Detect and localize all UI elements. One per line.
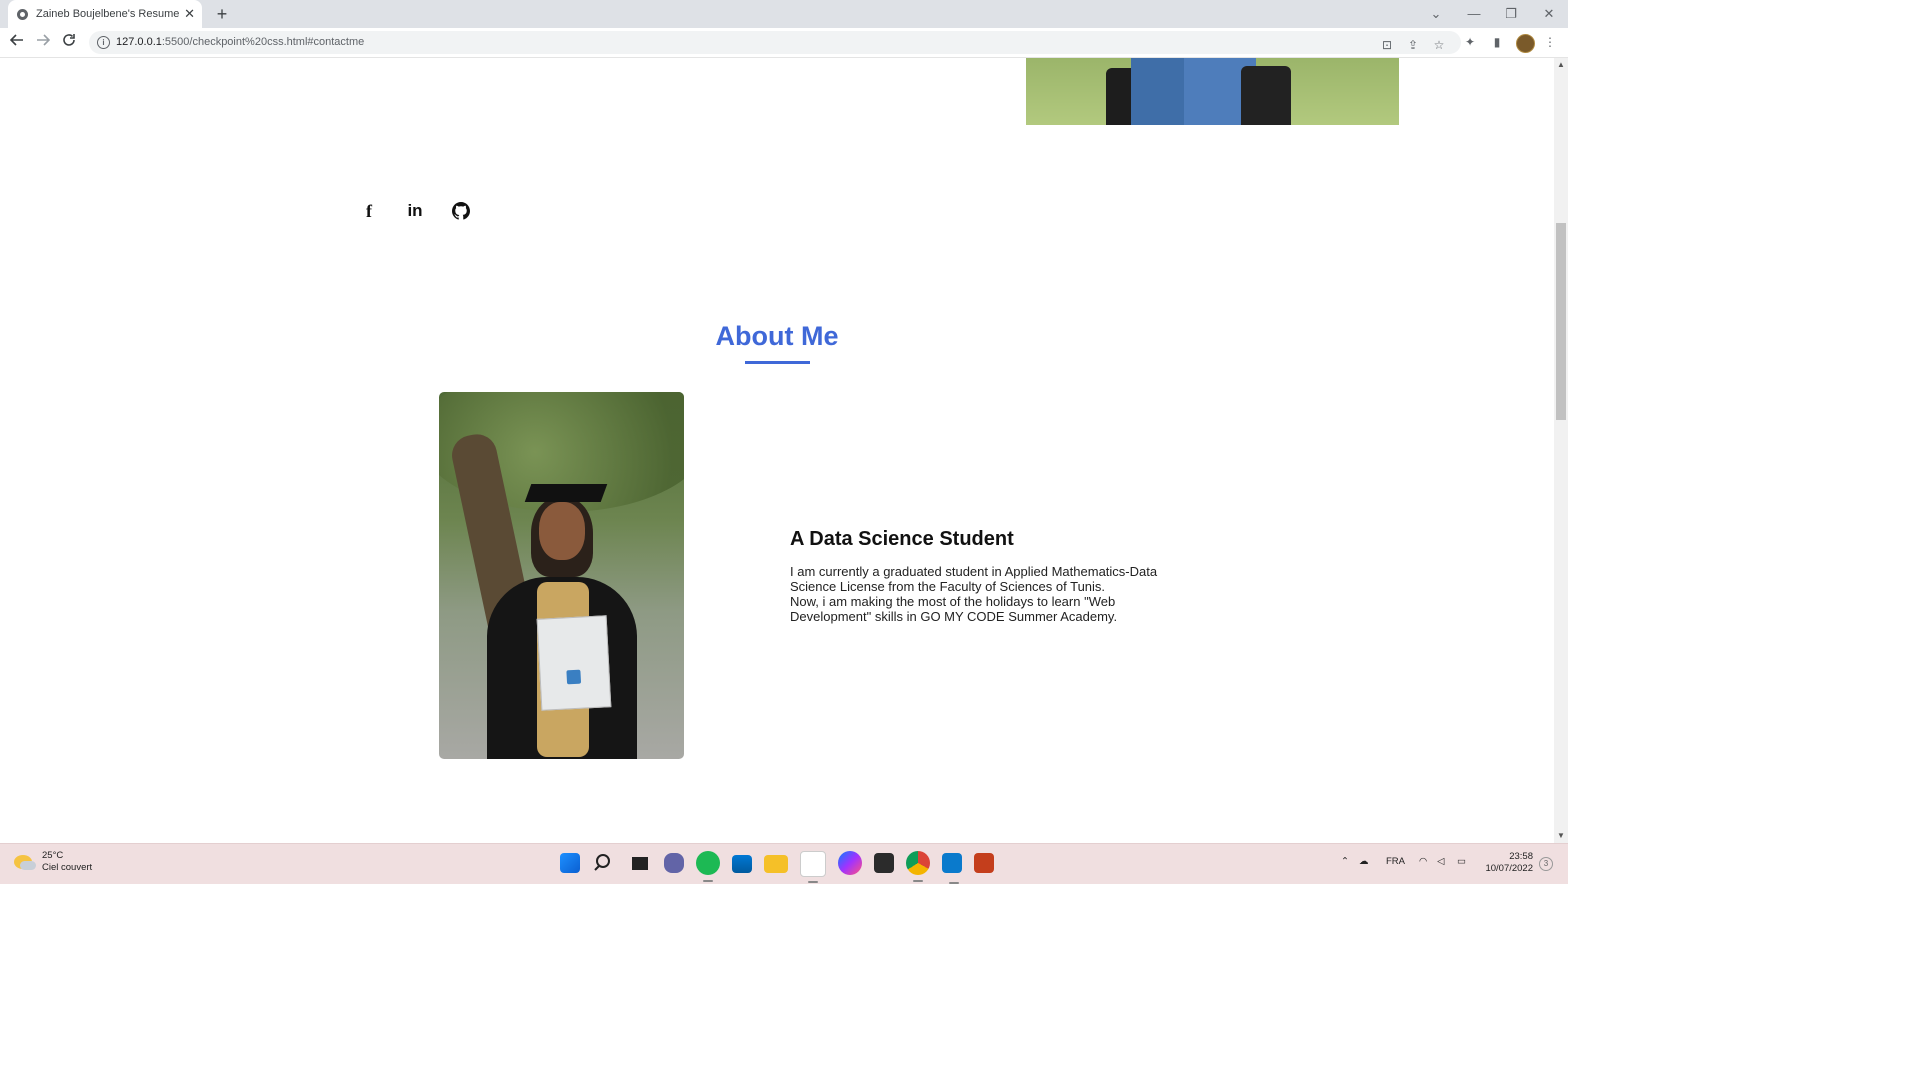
notification-badge[interactable]: 3 (1539, 857, 1553, 871)
close-window-button[interactable]: ✕ (1531, 0, 1567, 28)
extensions-icon[interactable]: ✦ (1462, 34, 1478, 50)
page-viewport: f in About Me A Data Science Student I a… (0, 58, 1554, 843)
github-icon[interactable] (448, 200, 474, 222)
site-info-icon[interactable]: i (97, 36, 110, 49)
scrollbar-thumb[interactable] (1556, 223, 1566, 420)
share-icon[interactable]: ⇪ (1405, 37, 1421, 53)
menu-kebab-icon[interactable]: ⋮ (1542, 34, 1558, 50)
temperature: 25°C (42, 850, 64, 861)
heading-underline (745, 361, 810, 364)
battery-icon[interactable]: ▭ (1457, 856, 1466, 867)
tab-close-icon[interactable]: ✕ (184, 6, 195, 22)
teams-chat-icon[interactable] (664, 853, 684, 873)
tab-strip: Zaineb Boujelbene's Resume ✕ + ⌄ — ❐ ✕ (0, 0, 1568, 28)
volume-icon[interactable]: ◁ (1437, 856, 1444, 867)
system-clock[interactable]: 23:58 10/07/2022 (1483, 851, 1533, 875)
tab-title: Zaineb Boujelbene's Resume (36, 8, 180, 20)
sticky-notes-icon[interactable] (874, 853, 894, 873)
clock-time: 23:58 (1509, 851, 1533, 862)
task-view-icon[interactable] (628, 851, 652, 875)
linkedin-icon[interactable]: in (402, 200, 428, 222)
translate-icon[interactable]: ⊡ (1379, 37, 1395, 53)
snipping-tool-icon[interactable] (800, 851, 826, 883)
powerpoint-icon[interactable] (974, 853, 994, 873)
minimize-button[interactable]: — (1456, 0, 1492, 28)
hero-photo-bottom (1026, 58, 1399, 125)
bookmark-star-icon[interactable]: ☆ (1431, 37, 1447, 53)
clock-date: 10/07/2022 (1485, 863, 1533, 874)
onedrive-icon[interactable]: ☁ (1359, 856, 1369, 867)
address-bar[interactable]: i 127.0.0.1:5500/checkpoint%20css.html#c… (89, 31, 1461, 54)
file-explorer-icon[interactable] (764, 855, 788, 873)
url-text: 127.0.0.1:5500/checkpoint%20css.html#con… (116, 36, 365, 48)
graduation-photo (439, 392, 684, 759)
reload-icon (63, 34, 75, 46)
back-button[interactable] (7, 33, 27, 53)
scroll-down-icon[interactable]: ▼ (1557, 831, 1565, 840)
search-icon[interactable] (592, 851, 616, 875)
social-links: f in (356, 200, 474, 222)
language-indicator[interactable]: FRA (1386, 856, 1405, 867)
weather-widget[interactable]: 25°C Ciel couvert (14, 850, 92, 874)
side-panel-icon[interactable]: ▮ (1489, 34, 1505, 50)
chrome-icon[interactable] (906, 851, 930, 882)
messenger-icon[interactable] (838, 851, 862, 875)
weather-status: Ciel couvert (42, 862, 93, 873)
restore-button[interactable]: ❐ (1493, 0, 1529, 28)
globe-icon (17, 8, 28, 20)
arrow-right-icon (37, 34, 51, 46)
arrow-left-icon (9, 34, 23, 46)
about-description: I am currently a graduated student in Ap… (790, 564, 1170, 624)
scroll-up-icon[interactable]: ▲ (1557, 60, 1565, 69)
partly-cloudy-icon (14, 855, 36, 870)
about-subtitle: A Data Science Student (790, 528, 1014, 550)
taskbar: 25°C Ciel couvert ⌃ ☁ FRA ◠ ◁ ▭ 23:58 10… (0, 843, 1568, 884)
tab-search-icon[interactable]: ⌄ (1418, 0, 1454, 28)
spotify-icon[interactable] (696, 851, 720, 882)
browser-toolbar: i 127.0.0.1:5500/checkpoint%20css.html#c… (0, 28, 1568, 58)
windows-start-icon[interactable] (560, 853, 580, 873)
profile-avatar[interactable] (1516, 34, 1535, 53)
wifi-icon[interactable]: ◠ (1419, 856, 1427, 867)
microsoft-store-icon[interactable] (732, 855, 752, 873)
show-hidden-icons-icon[interactable]: ⌃ (1341, 856, 1349, 867)
about-paragraph-2: Now, i am making the most of the holiday… (790, 594, 1118, 624)
about-heading: About Me (715, 321, 839, 351)
vscode-icon[interactable] (942, 853, 962, 884)
reload-button[interactable] (59, 33, 79, 53)
about-paragraph-1: I am currently a graduated student in Ap… (790, 564, 1158, 594)
taskbar-apps (558, 851, 994, 884)
vertical-scrollbar[interactable]: ▲ ▼ (1554, 58, 1568, 843)
new-tab-button[interactable]: + (212, 4, 232, 24)
forward-button[interactable] (33, 33, 53, 53)
facebook-icon[interactable]: f (356, 200, 382, 222)
active-tab[interactable]: Zaineb Boujelbene's Resume ✕ (8, 0, 202, 28)
